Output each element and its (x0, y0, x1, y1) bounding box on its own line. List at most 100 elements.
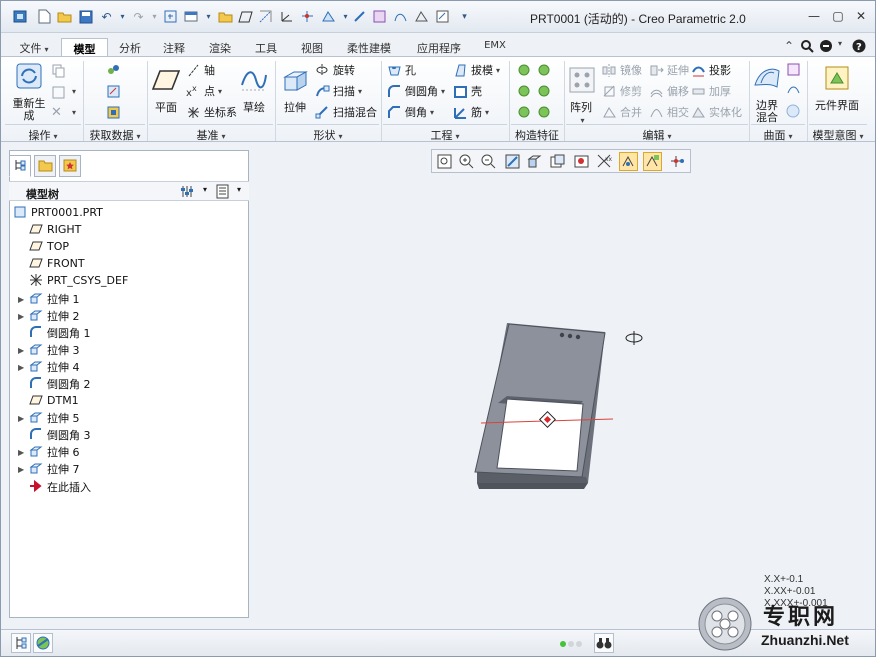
tab-annotate[interactable]: 注释 (156, 38, 192, 56)
tab-tools[interactable]: 工具 (248, 38, 284, 56)
display-style-button[interactable] (525, 152, 544, 171)
tree-item-round-2[interactable]: 倒圆角 2 (29, 375, 91, 392)
minimize-ribbon-icon[interactable]: ⌃ (784, 39, 794, 53)
tab-emx[interactable]: EMX (477, 38, 513, 56)
tree-item-extrude-3[interactable]: 拉伸 3 (29, 341, 80, 358)
construction-item-3[interactable] (517, 84, 535, 99)
tree-item-extrude-1[interactable]: 拉伸 1 (29, 290, 80, 307)
phone-cover-model[interactable] (474, 323, 606, 489)
customize-quick-access-icon[interactable]: ▾ (456, 8, 473, 25)
thicken-button[interactable]: 加厚 (691, 83, 731, 99)
offset-button[interactable]: 偏移 (649, 83, 689, 99)
tree-item-front[interactable]: FRONT (29, 255, 85, 272)
user-defined-feature-button[interactable] (106, 63, 124, 78)
tree-item-extrude-5[interactable]: 拉伸 5 (29, 409, 80, 426)
expand-arrow-icon[interactable]: ▶ (18, 363, 26, 372)
regenerate-quick-icon[interactable] (162, 8, 179, 25)
axis-quick-icon[interactable] (257, 8, 274, 25)
extend-button[interactable]: 延伸 (649, 62, 689, 78)
tree-item-extrude-4[interactable]: 拉伸 4 (29, 358, 80, 375)
project-button[interactable]: 投影 (691, 62, 731, 78)
folder-browser-tab[interactable] (34, 155, 56, 177)
maximize-icon[interactable]: ▢ (830, 9, 846, 25)
tree-show-dropdown-icon[interactable]: ▾ (237, 185, 241, 194)
round-button[interactable]: 倒圆角 ▾ (387, 83, 445, 99)
community-dropdown-icon[interactable]: ▾ (838, 39, 842, 48)
model-viewport[interactable] (251, 177, 875, 625)
expand-arrow-icon[interactable]: ▶ (18, 295, 26, 304)
tab-render[interactable]: 渲染 (202, 38, 238, 56)
analysis-quick-icon[interactable] (413, 8, 430, 25)
undo-icon[interactable]: ↶ (98, 8, 115, 25)
tab-file[interactable]: 文件 ▾ (9, 38, 59, 56)
group-editing[interactable]: 编辑 ▾ (566, 124, 748, 142)
revolve-button[interactable]: 旋转 (315, 62, 355, 78)
saved-views-button[interactable] (548, 152, 567, 171)
tree-item-top[interactable]: TOP (29, 238, 69, 255)
csys-quick-icon[interactable] (278, 8, 295, 25)
tab-view[interactable]: 视图 (294, 38, 330, 56)
tree-show-button[interactable] (215, 184, 230, 202)
freestyle-button[interactable] (786, 83, 804, 98)
expand-arrow-icon[interactable]: ▶ (18, 465, 26, 474)
expand-arrow-icon[interactable]: ▶ (18, 414, 26, 423)
paste-button[interactable]: ▾ (51, 84, 76, 99)
save-icon[interactable] (77, 8, 94, 25)
link-icon[interactable] (351, 8, 368, 25)
refit-button[interactable] (435, 152, 454, 171)
shell-button[interactable]: 壳 (453, 83, 482, 99)
help-icon[interactable]: ? (852, 39, 867, 57)
point-button[interactable]: x x 点 ▾ (186, 83, 222, 99)
construction-item-4[interactable] (537, 84, 555, 99)
swept-blend-button[interactable]: 扫描混合 (315, 104, 377, 120)
tree-item-round-1[interactable]: 倒圆角 1 (29, 324, 91, 341)
boundary-blend-button[interactable]: 边界混合 (751, 63, 783, 124)
sweep-button[interactable]: 扫描 ▾ (315, 83, 362, 99)
hole-button[interactable]: 孔 (387, 62, 416, 78)
pattern-button[interactable]: 阵列▾ (567, 65, 595, 127)
windows-dropdown-icon[interactable]: ▾ (200, 8, 217, 25)
open-folder-icon[interactable] (56, 8, 73, 25)
component-interface-button[interactable]: 元件界面 (815, 63, 859, 112)
chamfer-button[interactable]: 倒角 ▾ (387, 104, 434, 120)
axis-button[interactable]: 轴 (186, 62, 215, 78)
expand-arrow-icon[interactable]: ▶ (18, 448, 26, 457)
group-construction[interactable]: 构造特征 (511, 124, 563, 142)
extrude-button[interactable]: 拉伸 (279, 65, 311, 114)
construction-item-1[interactable] (517, 63, 535, 78)
annotation-display-button[interactable] (643, 152, 662, 171)
group-operations[interactable]: 操作 ▾ (5, 124, 81, 142)
favorites-tab[interactable] (59, 155, 81, 177)
construction-item-2[interactable] (537, 63, 555, 78)
shrinkwrap-button[interactable] (106, 105, 124, 120)
close-icon[interactable]: ✕ (853, 9, 869, 25)
minimize-icon[interactable]: — (806, 9, 822, 25)
redo-dropdown-icon[interactable]: ▾ (146, 8, 163, 25)
construction-item-5[interactable] (517, 105, 535, 120)
group-datum[interactable]: 基准 ▾ (149, 124, 273, 142)
csys-display-button[interactable] (667, 152, 686, 171)
group-surfaces[interactable]: 曲面 ▾ (751, 124, 805, 142)
tree-item-csys[interactable]: PRT_CSYS_DEF (29, 272, 128, 289)
spin-center-button[interactable] (619, 152, 638, 171)
sphere-button[interactable] (786, 104, 804, 119)
expand-arrow-icon[interactable]: ▶ (18, 312, 26, 321)
trim-button[interactable]: 修剪 (602, 83, 642, 99)
construction-item-6[interactable] (537, 105, 555, 120)
expand-arrow-icon[interactable]: ▶ (18, 346, 26, 355)
plane-quick-icon[interactable] (237, 8, 254, 25)
tree-item-extrude-2[interactable]: 拉伸 2 (29, 307, 80, 324)
intersect-button[interactable]: 相交 (649, 104, 689, 120)
copy-geometry-button[interactable] (106, 84, 124, 99)
select-folder-icon[interactable] (217, 8, 234, 25)
undo-dropdown-icon[interactable]: ▾ (114, 8, 131, 25)
find-button[interactable] (594, 633, 614, 653)
sketch-button[interactable]: 草绘 (237, 65, 271, 114)
view-manager-button[interactable] (572, 152, 591, 171)
group-get-data[interactable]: 获取数据 ▾ (85, 124, 145, 142)
windows-icon[interactable] (183, 8, 200, 25)
tab-analysis[interactable]: 分析 (112, 38, 148, 56)
tree-item-insert-here[interactable]: 在此插入 (29, 478, 91, 495)
tree-item-extrude-7[interactable]: 拉伸 7 (29, 460, 80, 477)
zoom-in-button[interactable] (457, 152, 476, 171)
